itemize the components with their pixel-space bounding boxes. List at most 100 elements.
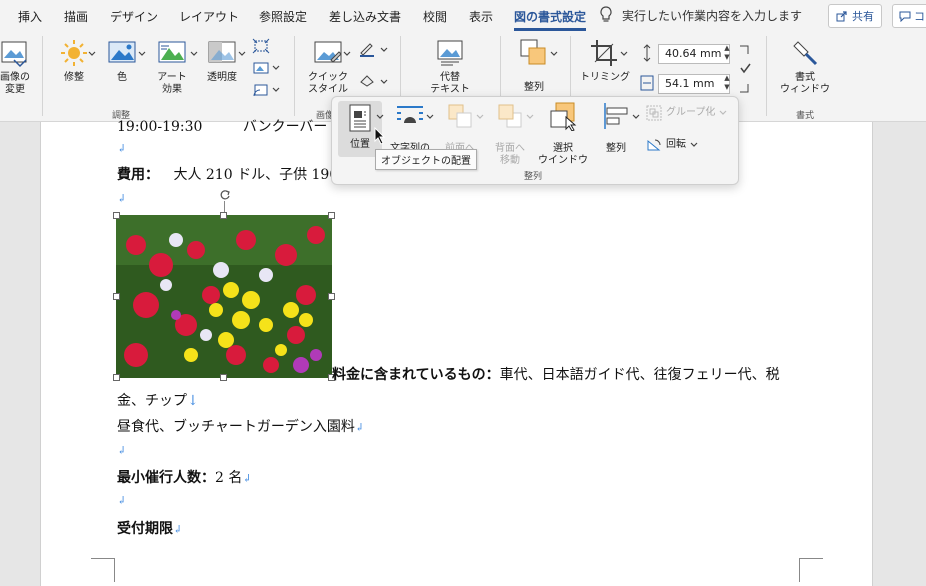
document-page[interactable]: 19:00-19:30 バンクーバー ↲ 費用： 大人 210 ドル、子供 19…: [40, 119, 873, 586]
rotate-handle-line: [224, 201, 225, 212]
tab-mailings[interactable]: 差し込み文書: [329, 8, 401, 25]
resize-handle[interactable]: [113, 212, 120, 219]
alt-text-button[interactable]: 代替 テキスト: [428, 38, 472, 96]
tell-me-text: 実行したい作業内容を入力します: [622, 8, 803, 23]
height-input[interactable]: 40.64 mm: [658, 44, 730, 64]
chevron-down-icon[interactable]: [238, 50, 246, 58]
quick-styles-button[interactable]: クイック スタイル: [306, 38, 350, 96]
chevron-down-icon: [690, 142, 698, 147]
width-stepper[interactable]: ▲ ▼: [722, 74, 732, 94]
artistic-effects-label: アート 効果: [157, 72, 187, 95]
included-value: 車代、日本語ガイド代、往復フェリー代、税: [499, 367, 780, 383]
tab-picture-format[interactable]: 図の書式設定: [514, 8, 586, 25]
send-backward-button[interactable]: 背面へ 移動: [488, 101, 532, 167]
resize-handle[interactable]: [113, 293, 120, 300]
tab-insert[interactable]: 挿入: [18, 8, 42, 25]
format-pane-label: 書式 ウィンドウ: [780, 72, 830, 95]
change-picture-small-icon[interactable]: [252, 60, 270, 76]
crop-button[interactable]: トリミング: [580, 38, 630, 84]
format-pane-icon: [793, 41, 818, 66]
chevron-down-icon[interactable]: [550, 50, 558, 58]
change-picture-icon: [1, 41, 27, 68]
arrange-button[interactable]: 整列: [512, 38, 556, 94]
resize-handle[interactable]: [220, 374, 227, 381]
selection-pane-label: 選択 ウインドウ: [538, 143, 588, 166]
resize-handle[interactable]: [328, 293, 335, 300]
chevron-down-icon[interactable]: [272, 86, 280, 94]
height-icon: [643, 44, 651, 62]
selection-pane-button[interactable]: 選択 ウインドウ: [538, 101, 588, 167]
reset-picture-icon[interactable]: [252, 82, 270, 98]
format-pane-button[interactable]: 書式 ウィンドウ: [778, 38, 832, 96]
artistic-effects-button[interactable]: アート 効果: [152, 38, 192, 96]
paragraph-mark: ↲: [117, 142, 127, 155]
chevron-down-icon[interactable]: [343, 50, 351, 58]
align-icon: [604, 103, 628, 129]
color-button[interactable]: 色: [104, 38, 140, 84]
tab-draw[interactable]: 描画: [64, 8, 88, 25]
align-button[interactable]: 整列: [594, 101, 638, 155]
mouse-cursor-icon: [374, 127, 386, 145]
included-cont: 金、チップ: [117, 393, 187, 409]
chevron-down-icon[interactable]: [88, 50, 96, 58]
resize-handle[interactable]: [113, 374, 120, 381]
chevron-down-icon[interactable]: [380, 46, 388, 54]
paragraph-mark: ↲: [117, 444, 127, 457]
lock-aspect-ratio-icon[interactable]: [738, 44, 752, 94]
rotate-button[interactable]: 回転: [646, 137, 716, 153]
alt-text-icon: [437, 40, 463, 66]
tab-references[interactable]: 参照設定: [259, 8, 307, 25]
sun-icon: [61, 40, 87, 66]
chevron-down-icon[interactable]: [632, 113, 640, 121]
rotate-handle-icon[interactable]: [219, 189, 231, 201]
transparency-label: 透明度: [207, 72, 237, 83]
separator: [42, 36, 43, 116]
bring-forward-button[interactable]: 前面へ: [438, 101, 482, 155]
chevron-down-icon[interactable]: [620, 50, 628, 58]
comment-button[interactable]: コ: [892, 4, 926, 28]
chevron-down-icon[interactable]: [526, 113, 534, 121]
wrap-text-button[interactable]: 文字列の: [388, 101, 432, 155]
share-label: 共有: [852, 10, 874, 23]
corrections-button[interactable]: 修整: [54, 38, 94, 84]
deadline-line: 受付期限↲: [117, 518, 182, 538]
change-picture-button[interactable]: 画像の 変更: [0, 38, 32, 96]
chevron-down-icon[interactable]: [190, 50, 198, 58]
group-button[interactable]: グループ化: [646, 105, 736, 121]
width-input[interactable]: 54.1 mm: [658, 74, 730, 94]
height-stepper[interactable]: ▲ ▼: [722, 44, 732, 64]
share-button[interactable]: 共有: [828, 4, 882, 28]
chevron-down-icon[interactable]: [376, 113, 384, 121]
tab-view[interactable]: 表示: [469, 8, 493, 25]
picture-effects-icon[interactable]: [358, 72, 376, 90]
selection-pane-icon: [550, 102, 577, 132]
time-line-rest: バンクーバー: [242, 119, 328, 135]
paragraph-mark: ↲: [354, 421, 365, 434]
fee-label: 費用：: [117, 167, 159, 183]
resize-handle[interactable]: [220, 212, 227, 219]
chevron-down-icon[interactable]: [426, 113, 434, 121]
tab-layout[interactable]: レイアウト: [179, 8, 239, 25]
chevron-down-icon[interactable]: [272, 64, 280, 72]
tab-design[interactable]: デザイン: [110, 8, 158, 25]
compress-pictures-icon[interactable]: [252, 38, 270, 54]
tab-review[interactable]: 校閲: [423, 8, 447, 25]
active-tab-indicator: [514, 28, 586, 31]
chevron-down-icon[interactable]: [380, 78, 388, 86]
tell-me-search[interactable]: 実行したい作業内容を入力します: [598, 6, 802, 24]
transparency-button[interactable]: 透明度: [202, 38, 242, 84]
arrange-label: 整列: [524, 82, 544, 93]
deadline-label: 受付期限: [117, 521, 173, 537]
resize-handle[interactable]: [328, 212, 335, 219]
share-icon: [836, 11, 847, 22]
arrange-dropdown-panel: 位置 文字列の 前面へ 背面へ 移動 選択: [331, 96, 739, 185]
corrections-label: 修整: [64, 72, 84, 83]
chevron-down-icon[interactable]: [476, 113, 484, 121]
chevron-down-icon[interactable]: [138, 50, 146, 58]
flower-picture[interactable]: [113, 190, 335, 381]
lightbulb-icon: [600, 6, 612, 22]
picture-border-icon[interactable]: [358, 40, 376, 58]
document-area: 19:00-19:30 バンクーバー ↲ 費用： 大人 210 ドル、子供 19…: [0, 119, 926, 586]
separator: [766, 36, 767, 116]
lunch-line: 昼食代、ブッチャートガーデン入園料↲: [117, 416, 364, 436]
